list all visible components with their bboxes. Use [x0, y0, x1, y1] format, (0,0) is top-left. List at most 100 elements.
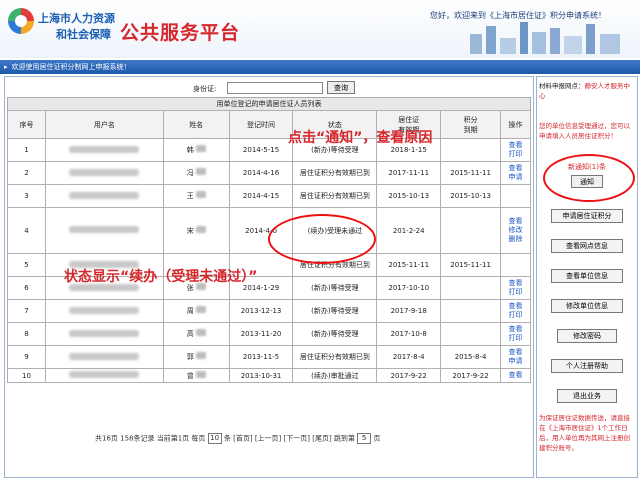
row-date: 2013-12-13 — [228, 299, 294, 323]
row-op-link[interactable]: 查看 — [501, 164, 530, 173]
jump-label: 跳到第 — [333, 434, 355, 443]
search-row: 身份证: 查询 — [5, 81, 533, 95]
row-op-link[interactable]: 打印 — [501, 288, 530, 297]
sidebar-org-label: 材料申报网点： — [539, 82, 585, 90]
row-username — [44, 322, 164, 346]
sidebar-footer-note: 为保证居住证数据传送，请直接在《上海市居住证》1个工作日后，用人单位再为其网上注… — [539, 414, 630, 452]
row-expiry: 2017-10-10 — [376, 276, 442, 300]
row-status: 居住证积分有效期已到 — [292, 161, 378, 185]
col-header-no: 序号 — [7, 110, 46, 139]
row-name-text: 王 — [186, 192, 194, 200]
row-ops: 查看 打印 — [500, 322, 531, 346]
row-name: 高 — [162, 322, 230, 346]
redacted-username — [69, 145, 140, 153]
logout-button[interactable]: 退出业务 — [557, 389, 617, 403]
row-points: 2015-11-11 — [440, 253, 502, 277]
row-op-link[interactable]: 查看 — [501, 279, 530, 288]
annotation-click-notice: 点击“通知”，查看原因 — [288, 130, 433, 146]
city-skyline-icon — [470, 22, 620, 54]
applicant-table: 序号 用户名 姓名 登记时间 状态 居住证 有效期 积分 到期 操作 1 韩 201… — [7, 110, 531, 383]
col-header-date: 登记时间 — [228, 110, 294, 139]
jump-page-input[interactable]: 5 — [357, 433, 372, 444]
org-name-line1: 上海市人力资源 — [38, 12, 115, 25]
redacted-name — [195, 329, 206, 336]
row-expiry: 2015-11-11 — [376, 253, 442, 277]
per-page-input[interactable]: 10 — [207, 433, 222, 444]
table-row: 10 曾 2013-10-31 (续办)审批通过 2017-9-22 2017-9-22 查… — [7, 368, 531, 383]
redacted-username — [69, 329, 140, 337]
pager-summary: 共16页 158条记录 当前第1页 每页 — [95, 434, 206, 443]
row-op-link[interactable]: 打印 — [501, 311, 530, 320]
notify-button[interactable]: 通知 — [571, 175, 603, 188]
row-op-link[interactable]: 查看 — [501, 348, 530, 357]
row-points: 2015-8-4 — [440, 345, 502, 369]
row-op-link[interactable]: 打印 — [501, 150, 530, 159]
table-row: 4 宋 2014-4-0 (续办)受理未通过 201-2-24 查看 修改 删除 — [7, 207, 531, 254]
row-name: 冯 — [162, 161, 230, 185]
row-expiry: 2017-8-4 — [376, 345, 442, 369]
row-op-link[interactable]: 申请 — [501, 173, 530, 182]
pager: 共16页 158条记录 当前第1页 每页 10 条 [首页] [上一页] [下一… — [95, 433, 380, 444]
table-row: 2 冯 2014-4-16 居住证积分有效期已到 2017-11-11 2015-11-1… — [7, 161, 531, 185]
row-op-link[interactable]: 查看 — [501, 217, 530, 226]
view-outlet-info-button[interactable]: 查看网点信息 — [551, 239, 623, 253]
row-expiry: 2017-10-8 — [376, 322, 442, 346]
view-company-info-button[interactable]: 查看单位信息 — [551, 269, 623, 283]
row-name: 韩 — [162, 138, 230, 162]
annotation-status-shows: 状态显示“续办（受理未通过）” — [64, 269, 258, 285]
row-ops: 查看 打印 — [500, 138, 531, 162]
personal-register-help-button[interactable]: 个人注册帮助 — [551, 359, 623, 373]
row-op-link[interactable]: 打印 — [501, 334, 530, 343]
redacted-username — [69, 191, 140, 199]
notify-count[interactable]: 新通知(1)条 — [537, 162, 637, 172]
row-number: 3 — [7, 184, 46, 208]
row-op-link[interactable]: 查看 — [501, 325, 530, 334]
row-op-link[interactable]: 查看 — [501, 141, 530, 150]
redacted-username — [69, 306, 140, 314]
edit-company-info-button[interactable]: 修改单位信息 — [551, 299, 623, 313]
row-number: 9 — [7, 345, 46, 369]
table-title: 用单位登记的申请居住证人员列表 — [7, 97, 531, 111]
row-name-text: 周 — [186, 307, 194, 315]
row-expiry: 2017-9-18 — [376, 299, 442, 323]
query-button[interactable]: 查询 — [327, 81, 355, 94]
redacted-name — [195, 191, 206, 198]
redacted-name — [195, 306, 206, 313]
table-row: 7 周 2013-12-13 (新办)等待受理 2017-9-18 查看 打印 — [7, 299, 531, 323]
prev-page-link[interactable]: [上一页] — [255, 435, 281, 443]
row-status: (续办)审批通过 — [292, 368, 378, 383]
row-op-link[interactable]: 修改 — [501, 226, 530, 235]
redacted-name — [195, 370, 206, 378]
row-date: 2014-4-16 — [228, 161, 294, 185]
row-name: 郭 — [162, 345, 230, 369]
row-name: 王 — [162, 184, 230, 208]
change-password-button[interactable]: 修改密码 — [557, 329, 617, 343]
row-name-text: 韩 — [186, 146, 194, 154]
row-op-link[interactable]: 申请 — [501, 357, 530, 366]
row-points — [440, 276, 502, 300]
row-op-link[interactable]: 查看 — [501, 302, 530, 311]
row-number: 5 — [7, 253, 46, 277]
row-op-link[interactable]: 删除 — [501, 235, 530, 244]
redacted-name — [195, 145, 206, 152]
row-username — [44, 184, 164, 208]
row-points — [440, 138, 502, 162]
redacted-name — [195, 168, 206, 175]
redacted-username — [69, 371, 140, 378]
row-number: 4 — [7, 207, 46, 254]
first-page-link[interactable]: [首页] — [233, 435, 252, 443]
row-username — [44, 161, 164, 185]
row-expiry: 201-2-24 — [376, 207, 442, 254]
last-page-link[interactable]: [尾页] — [312, 435, 331, 443]
table-row: 8 高 2013-11-20 (新办)等待受理 2017-10-8 查看 打印 — [7, 322, 531, 346]
table-header-row: 序号 用户名 姓名 登记时间 状态 居住证 有效期 积分 到期 操作 — [7, 110, 531, 139]
row-op-link[interactable]: 查看 — [501, 371, 530, 380]
redacted-name — [195, 352, 206, 359]
pager-unit: 条 — [223, 434, 231, 443]
redacted-username — [69, 168, 140, 176]
id-card-input[interactable] — [227, 82, 323, 94]
org-name-line2: 和社会保障 — [56, 28, 111, 41]
next-page-link[interactable]: [下一页] — [284, 435, 310, 443]
apply-points-button[interactable]: 申请居住证积分 — [551, 209, 623, 223]
row-ops: 查看 申请 — [500, 161, 531, 185]
